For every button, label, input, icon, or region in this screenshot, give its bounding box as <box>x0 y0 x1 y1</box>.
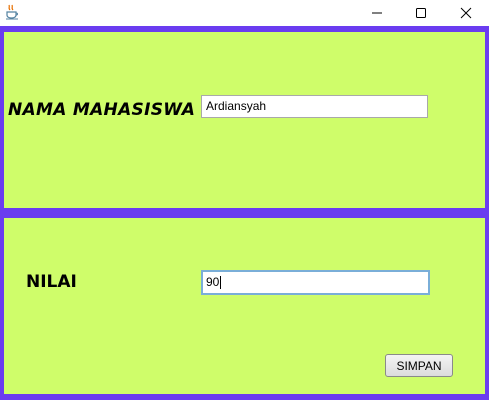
close-icon <box>460 4 472 23</box>
title-bar[interactable] <box>0 0 489 26</box>
minimize-button[interactable] <box>354 0 400 26</box>
maximize-button[interactable] <box>398 0 444 26</box>
nama-value: Ardiansyah <box>206 99 267 113</box>
nilai-label: NILAI <box>26 272 77 292</box>
java-cup-icon <box>4 4 20 20</box>
content-pane: NAMA MAHASISWA Ardiansyah NILAI 90 SIMPA… <box>0 26 489 400</box>
minimize-icon <box>371 4 383 23</box>
app-window: NAMA MAHASISWA Ardiansyah NILAI 90 SIMPA… <box>0 0 489 400</box>
nilai-panel: NILAI 90 SIMPAN <box>4 218 485 394</box>
nilai-field[interactable]: 90 <box>201 270 430 295</box>
nama-panel: NAMA MAHASISWA Ardiansyah <box>4 32 485 208</box>
nama-field[interactable]: Ardiansyah <box>201 95 428 118</box>
text-caret <box>220 276 222 290</box>
nilai-value: 90 <box>206 275 220 289</box>
close-button[interactable] <box>443 0 489 26</box>
nama-label: NAMA MAHASISWA <box>8 100 196 120</box>
simpan-button[interactable]: SIMPAN <box>385 354 453 377</box>
maximize-icon <box>415 4 427 23</box>
